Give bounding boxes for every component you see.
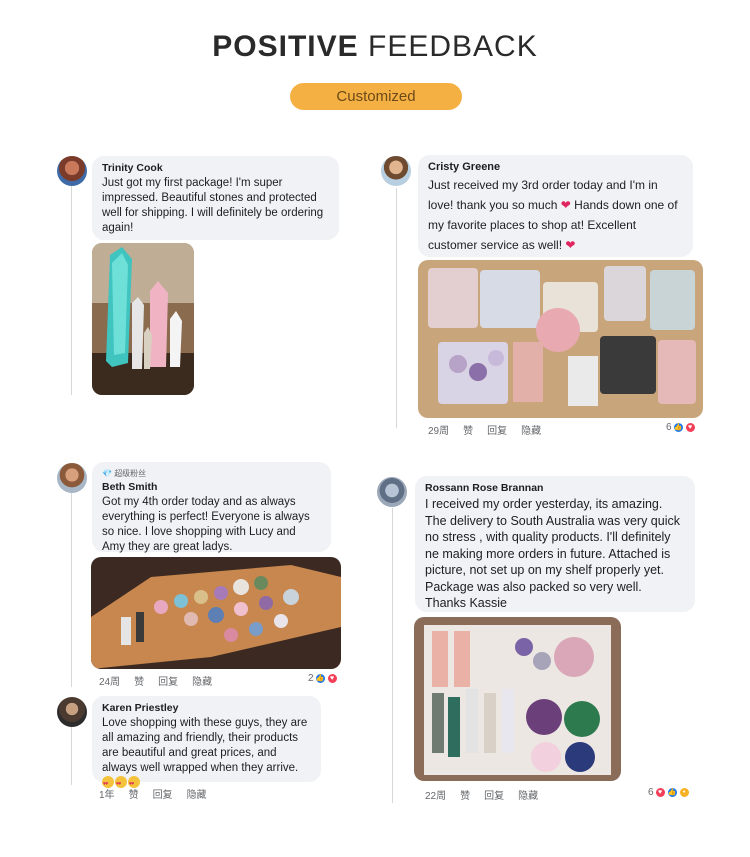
hide-action[interactable]: 隐藏 bbox=[521, 422, 541, 437]
reply-action[interactable]: 回复 bbox=[158, 673, 178, 688]
hide-action[interactable]: 隐藏 bbox=[192, 673, 212, 688]
comment-time: 29周 bbox=[428, 426, 450, 437]
love-reaction-icon: ♥ bbox=[684, 422, 696, 433]
hide-action[interactable]: 隐藏 bbox=[187, 786, 207, 801]
reaction-summary[interactable]: 6 👍 ♥ bbox=[666, 422, 696, 433]
crystal-photo[interactable] bbox=[414, 617, 621, 781]
crystal-spheres-image bbox=[414, 617, 621, 781]
thread-line bbox=[71, 492, 72, 687]
hide-action[interactable]: 隐藏 bbox=[518, 787, 538, 802]
comment-text: Got my 4th order today and as always eve… bbox=[102, 496, 310, 553]
customized-badge[interactable]: Customized bbox=[290, 83, 462, 110]
comment-text: Just got my first package! I'm super imp… bbox=[102, 177, 324, 234]
comment-actions: 29周 赞 回复 隐藏 bbox=[428, 422, 541, 437]
comment-bubble: 💎 超级粉丝 Beth Smith Got my 4th order today… bbox=[92, 462, 331, 553]
like-action[interactable]: 赞 bbox=[129, 786, 139, 801]
thread-line bbox=[396, 188, 397, 428]
like-action[interactable]: 赞 bbox=[463, 422, 473, 437]
heart-emoji-icon: ❤ bbox=[565, 238, 576, 252]
reaction-summary[interactable]: 6 ♥ 👍 • bbox=[648, 787, 690, 798]
love-reaction-icon: ♥ bbox=[326, 673, 338, 684]
reaction-count: 6 bbox=[666, 422, 672, 433]
crystal-photo[interactable] bbox=[91, 557, 341, 669]
comment-actions: 24周 赞 回复 隐藏 bbox=[99, 673, 212, 688]
crystal-photo[interactable] bbox=[92, 243, 194, 395]
avatar[interactable] bbox=[377, 477, 407, 507]
comment-bubble: Rossann Rose Brannan I received my order… bbox=[415, 476, 695, 612]
crystal-table-image bbox=[91, 557, 341, 669]
avatar[interactable] bbox=[57, 463, 87, 493]
like-action[interactable]: 赞 bbox=[134, 673, 144, 688]
comment-bubble: Cristy Greene Just received my 3rd order… bbox=[418, 155, 693, 257]
commenter-name[interactable]: Cristy Greene bbox=[428, 161, 683, 173]
commenter-name[interactable]: Rossann Rose Brannan bbox=[425, 482, 685, 494]
crystal-towers-image bbox=[92, 243, 194, 395]
title-light: FEEDBACK bbox=[368, 30, 538, 63]
avatar[interactable] bbox=[57, 697, 87, 727]
love-reaction-icon: ♥ bbox=[654, 787, 666, 798]
commenter-name[interactable]: Trinity Cook bbox=[102, 162, 329, 174]
title-bold: POSITIVE bbox=[212, 30, 359, 63]
commenter-name[interactable]: Beth Smith bbox=[102, 481, 321, 493]
avatar[interactable] bbox=[57, 156, 87, 186]
reaction-count: 6 bbox=[648, 787, 654, 798]
reply-action[interactable]: 回复 bbox=[487, 422, 507, 437]
comment-time: 24周 bbox=[99, 677, 121, 688]
comment-time: 1年 bbox=[99, 790, 115, 801]
commenter-name[interactable]: Karen Priestley bbox=[102, 702, 311, 714]
comment-text: Just received my 3rd order today and I'm… bbox=[428, 178, 678, 252]
comment-time: 22周 bbox=[425, 791, 447, 802]
reaction-count: 2 bbox=[308, 673, 314, 684]
crystal-photo[interactable] bbox=[418, 260, 703, 418]
thread-line bbox=[392, 508, 393, 803]
like-reaction-icon: 👍 bbox=[672, 422, 684, 433]
comment-text: I received my order yesterday, its amazi… bbox=[425, 497, 680, 610]
comment-text: Love shopping with these guys, they are … bbox=[102, 716, 311, 792]
comment-bubble: Trinity Cook Just got my first package! … bbox=[92, 156, 339, 240]
comment-actions: 1年 赞 回复 隐藏 bbox=[99, 786, 207, 801]
crystal-bags-image bbox=[418, 260, 703, 418]
avatar[interactable] bbox=[381, 156, 411, 186]
like-reaction-icon: 👍 bbox=[314, 673, 326, 684]
thread-line bbox=[71, 185, 72, 395]
page-title: POSITIVE FEEDBACK bbox=[0, 30, 750, 64]
like-action[interactable]: 赞 bbox=[460, 787, 470, 802]
heart-emoji-icon: ❤ bbox=[560, 198, 571, 212]
reaction-summary[interactable]: 2 👍 ♥ bbox=[308, 673, 338, 684]
comment-actions: 22周 赞 回复 隐藏 bbox=[425, 787, 538, 802]
thread-line bbox=[71, 725, 72, 785]
reply-action[interactable]: 回复 bbox=[153, 786, 173, 801]
comment-bubble: Karen Priestley Love shopping with these… bbox=[92, 696, 321, 792]
like-reaction-icon: 👍 bbox=[666, 787, 678, 798]
wow-reaction-icon: • bbox=[678, 787, 690, 798]
top-fan-badge: 💎 超级粉丝 bbox=[102, 469, 147, 478]
reply-action[interactable]: 回复 bbox=[484, 787, 504, 802]
